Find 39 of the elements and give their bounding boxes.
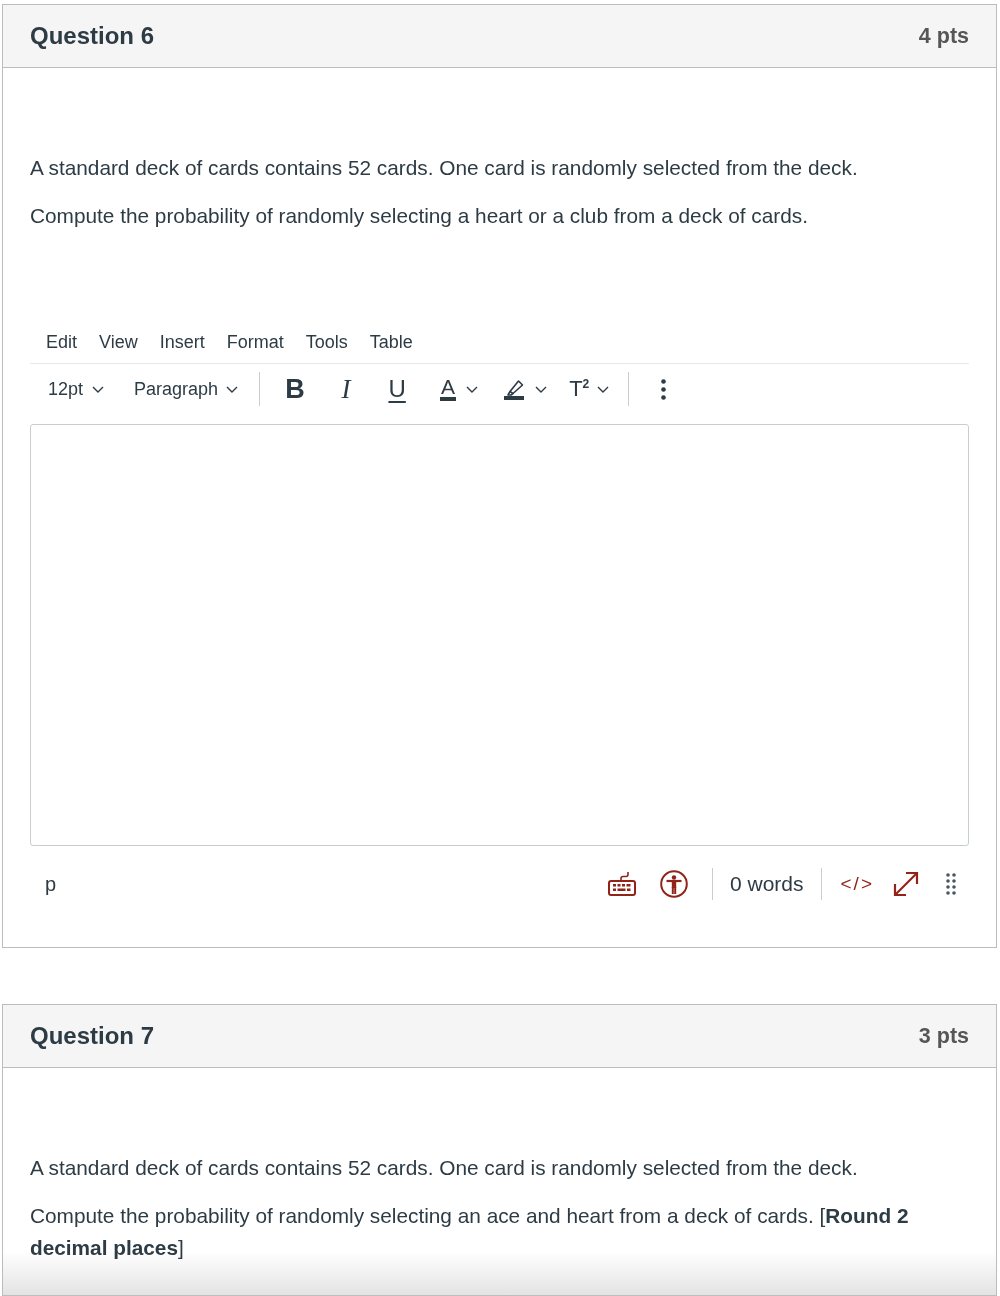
question-text: Compute the probability of randomly selecting a heart or a club from a deck of cards. bbox=[30, 203, 809, 229]
chevron-down-icon bbox=[466, 385, 479, 393]
points-label: 3 pts bbox=[918, 1023, 969, 1049]
points-label: 4 pts bbox=[918, 23, 969, 49]
menu-item[interactable]: Format bbox=[226, 331, 284, 353]
vertical-dots-icon bbox=[660, 378, 666, 400]
superscript-button[interactable]: T$^{2}$ bbox=[563, 371, 616, 407]
highlighter-icon bbox=[503, 378, 526, 400]
underline-button[interactable]: U bbox=[380, 371, 415, 407]
menu-item[interactable]: View bbox=[99, 331, 138, 353]
question-text: Compute the probability of randomly selecting an ace and heart from a deck of cards. [Round 2 decimal places] bbox=[30, 1203, 910, 1261]
accessibility-checker-button[interactable] bbox=[660, 870, 688, 898]
menu-item[interactable]: Tools bbox=[305, 331, 348, 353]
menu-item[interactable]: Edit bbox=[46, 331, 78, 353]
accessibility-icon bbox=[660, 870, 688, 898]
chevron-down-icon bbox=[597, 385, 610, 393]
fullscreen-button[interactable] bbox=[892, 870, 920, 898]
font-size-dropdown[interactable]: 12pt bbox=[40, 371, 113, 407]
text-color-button[interactable]: A bbox=[434, 371, 485, 407]
menu-item[interactable]: Insert bbox=[159, 331, 205, 353]
question-text: A standard deck of cards contains 52 cards. One card is randomly selected from the deck. bbox=[30, 1155, 859, 1181]
chevron-down-icon bbox=[535, 385, 548, 393]
menu-item[interactable]: Table bbox=[369, 331, 413, 353]
bold-button[interactable]: B bbox=[278, 371, 313, 407]
html-editor-button[interactable]: </> bbox=[840, 873, 874, 895]
expand-icon bbox=[892, 870, 920, 898]
grip-icon[interactable] bbox=[946, 873, 956, 895]
element-path[interactable]: p bbox=[45, 872, 57, 896]
word-count: 0 words bbox=[730, 872, 804, 896]
chevron-down-icon bbox=[226, 385, 239, 393]
chevron-down-icon bbox=[92, 385, 105, 393]
italic-button[interactable]: I bbox=[329, 371, 364, 407]
question-title: Question 6 bbox=[30, 22, 155, 50]
keyboard-shortcuts-button[interactable] bbox=[608, 872, 636, 896]
question-text: A standard deck of cards contains 52 cards. One card is randomly selected from the deck. bbox=[30, 155, 859, 181]
block-format-dropdown[interactable]: Paragraph bbox=[126, 371, 247, 407]
question-title: Question 7 bbox=[30, 1022, 155, 1050]
keyboard-icon bbox=[608, 872, 636, 896]
editor-field[interactable] bbox=[30, 424, 969, 846]
